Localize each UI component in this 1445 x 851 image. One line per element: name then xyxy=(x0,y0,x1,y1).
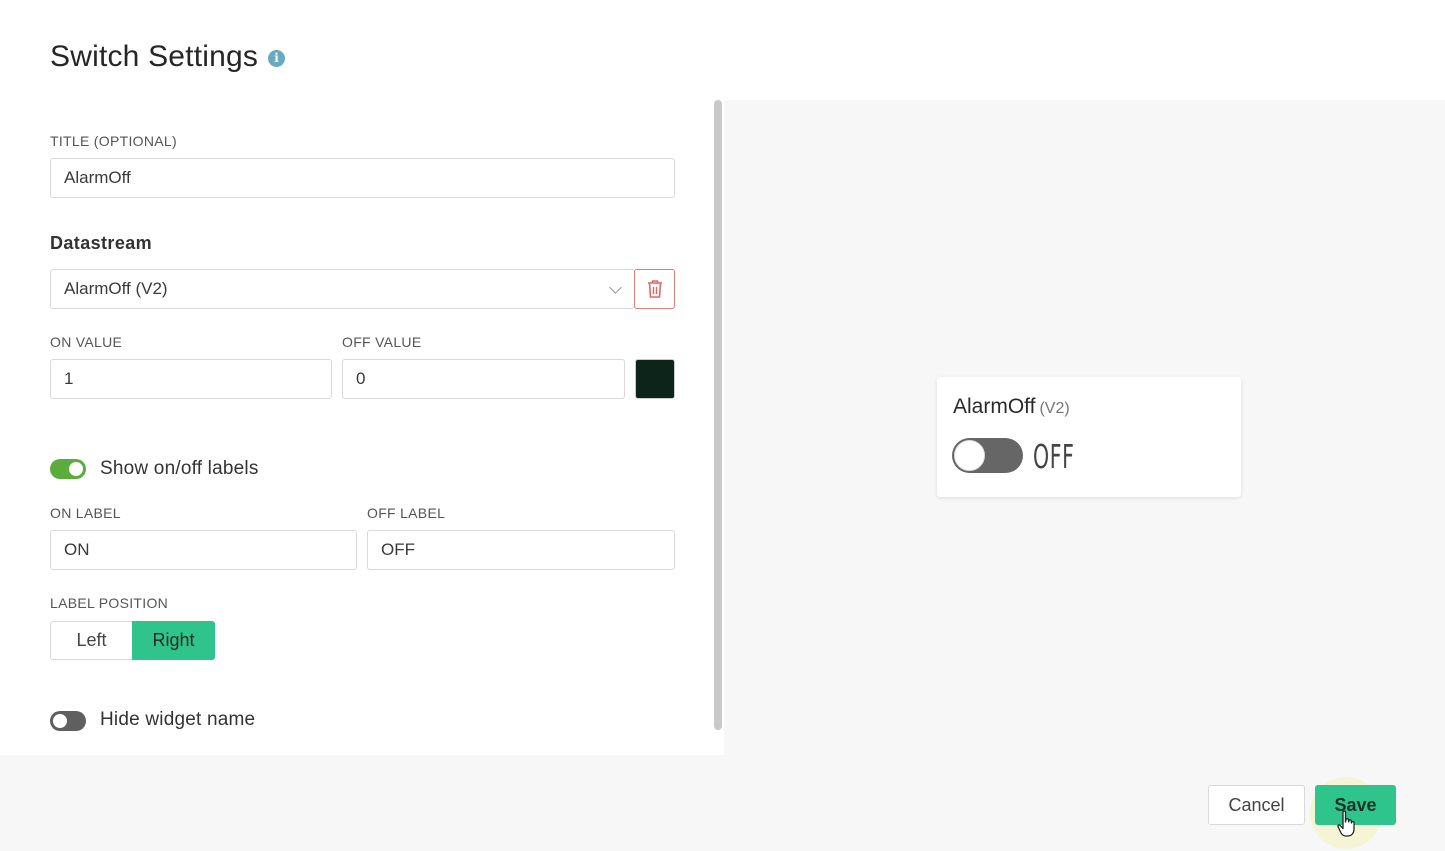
on-value-label: ON VALUE xyxy=(50,334,123,350)
off-value-label: OFF VALUE xyxy=(342,334,422,350)
color-picker-swatch[interactable] xyxy=(635,359,675,399)
title-input-value: AlarmOff xyxy=(64,168,131,187)
on-label-text: ON xyxy=(64,540,90,559)
datastream-select[interactable]: AlarmOff (V2) xyxy=(50,269,635,309)
off-value-input[interactable]: 0 xyxy=(342,359,625,399)
widget-pin: (V2) xyxy=(1039,400,1070,417)
show-labels-label: Show on/off labels xyxy=(100,458,259,479)
datastream-heading: Datastream xyxy=(50,233,153,253)
info-icon[interactable]: i xyxy=(268,49,286,67)
on-label-label: ON LABEL xyxy=(50,505,121,521)
off-label-label: OFF LABEL xyxy=(367,505,446,521)
cancel-button[interactable]: Cancel xyxy=(1208,785,1305,825)
off-label-text: OFF xyxy=(381,540,415,559)
toggle-knob xyxy=(69,462,83,476)
on-value-input[interactable]: 1 xyxy=(50,359,332,399)
hand-cursor-icon xyxy=(1337,810,1355,837)
delete-datastream-button[interactable] xyxy=(634,269,675,309)
title-field-label: TITLE (OPTIONAL) xyxy=(50,133,177,149)
show-labels-toggle[interactable] xyxy=(50,459,86,479)
page-title: Switch Settings i xyxy=(50,40,286,74)
widget-name: AlarmOff xyxy=(953,395,1036,418)
hide-name-label: Hide widget name xyxy=(100,709,256,730)
widget-state-label: OFF xyxy=(1033,437,1075,476)
widget-switch[interactable] xyxy=(952,438,1023,473)
on-label-input[interactable]: ON xyxy=(50,530,357,570)
label-position-left-button[interactable]: Left xyxy=(50,621,132,660)
title-input[interactable]: AlarmOff xyxy=(50,158,675,198)
hide-name-toggle[interactable] xyxy=(50,711,86,731)
label-position-segmented: Left Right xyxy=(50,621,215,660)
settings-scrollbar[interactable] xyxy=(714,100,722,730)
chevron-down-icon xyxy=(609,281,622,294)
on-value-text: 1 xyxy=(64,369,74,388)
page-title-text: Switch Settings xyxy=(50,40,259,73)
widget-title: AlarmOff (V2) xyxy=(953,395,1070,419)
label-position-label: LABEL POSITION xyxy=(50,595,169,611)
label-position-right-button[interactable]: Right xyxy=(132,621,215,660)
datastream-selected-value: AlarmOff (V2) xyxy=(64,279,168,298)
switch-widget-preview: AlarmOff (V2) OFF xyxy=(937,377,1241,497)
off-value-text: 0 xyxy=(356,369,366,388)
toggle-knob xyxy=(53,714,67,728)
switch-knob xyxy=(954,440,985,471)
trash-icon xyxy=(647,280,662,298)
off-label-input[interactable]: OFF xyxy=(367,530,675,570)
